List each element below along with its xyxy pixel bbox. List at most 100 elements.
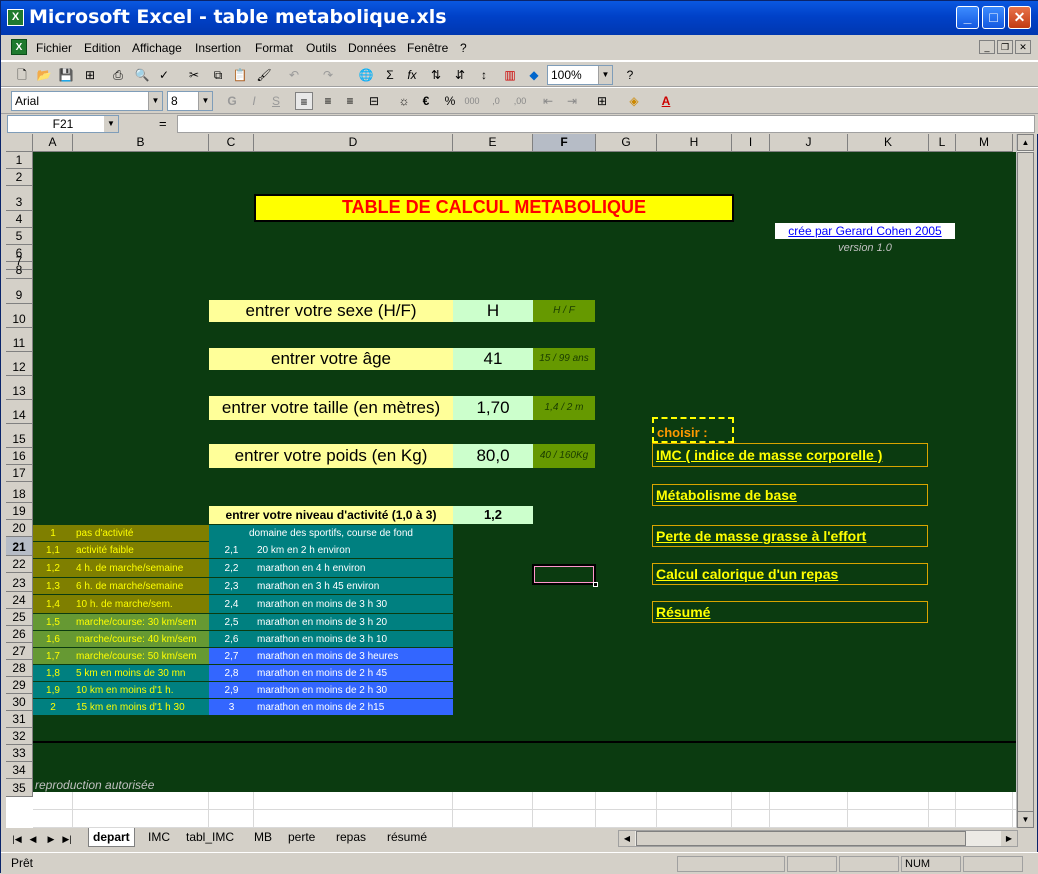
cut-icon[interactable]: ✂	[185, 66, 203, 84]
scroll-thumb[interactable]	[1017, 152, 1034, 812]
row-header-29[interactable]: 29	[6, 677, 33, 694]
column-header-e[interactable]: E	[453, 134, 533, 152]
zoom-select[interactable]: 100% ▼	[547, 65, 613, 85]
row-header-19[interactable]: 19	[6, 503, 33, 520]
metabolism-link[interactable]: Métabolisme de base	[652, 484, 928, 506]
copy-icon[interactable]: ⧉	[209, 66, 227, 84]
select-all-corner[interactable]	[6, 134, 33, 152]
menu-outils[interactable]: Outils	[306, 41, 337, 55]
row-header-20[interactable]: 20	[6, 520, 33, 537]
row-header-18[interactable]: 18	[6, 482, 33, 503]
row-header-33[interactable]: 33	[6, 745, 33, 762]
age-input[interactable]: 41	[453, 348, 533, 370]
euro-icon[interactable]: €	[417, 92, 435, 110]
column-header-m[interactable]: M	[956, 134, 1013, 152]
row-header-21[interactable]: 21	[6, 537, 33, 556]
empty-rows[interactable]	[33, 792, 1016, 828]
h-scroll-thumb[interactable]	[636, 831, 966, 846]
column-header-g[interactable]: G	[596, 134, 657, 152]
column-header-d[interactable]: D	[254, 134, 453, 152]
doc-close-button[interactable]: ✕	[1015, 40, 1031, 54]
row-header-32[interactable]: 32	[6, 728, 33, 745]
increase-decimal-icon[interactable]: ,0	[487, 92, 505, 110]
chart-wizard-icon[interactable]: ▥	[501, 66, 519, 84]
row-header-9[interactable]: 9	[6, 279, 33, 304]
fat-loss-link[interactable]: Perte de masse grasse à l'effort	[652, 525, 928, 547]
active-cell-f21[interactable]	[532, 564, 598, 587]
scroll-up-icon[interactable]: ▲	[1017, 134, 1034, 151]
sheet-area[interactable]: TABLE DE CALCUL METABOLIQUE crée par Ger…	[33, 152, 1016, 792]
function-icon[interactable]: fx	[403, 66, 421, 84]
redo-icon[interactable]: ↷	[319, 66, 337, 84]
maximize-button[interactable]: □	[982, 6, 1005, 29]
menu-help[interactable]: ?	[460, 41, 467, 55]
menu-fenetre[interactable]: Fenêtre	[407, 41, 448, 55]
row-header-11[interactable]: 11	[6, 328, 33, 352]
menu-fichier[interactable]: Fichier	[36, 41, 72, 55]
font-select[interactable]: Arial ▼	[11, 91, 163, 111]
menu-edition[interactable]: Edition	[84, 41, 121, 55]
merge-center-icon[interactable]: ⊟	[365, 92, 383, 110]
row-header-30[interactable]: 30	[6, 694, 33, 711]
autosum-icon[interactable]: Σ	[381, 66, 399, 84]
decrease-indent-icon[interactable]: ⇤	[539, 92, 557, 110]
horizontal-scrollbar[interactable]: ◀ ▶	[618, 830, 1018, 847]
prev-sheet-icon[interactable]: ◀	[26, 831, 40, 847]
imc-link[interactable]: IMC ( indice de masse corporelle )	[652, 443, 928, 467]
italic-icon[interactable]: I	[245, 92, 263, 110]
meal-calorie-link[interactable]: Calcul calorique d'un repas	[652, 563, 928, 585]
close-button[interactable]: ✕	[1008, 6, 1031, 29]
print-icon[interactable]: ⎙	[109, 66, 127, 84]
row-header-12[interactable]: 12	[6, 352, 33, 376]
row-header-24[interactable]: 24	[6, 592, 33, 609]
row-header-13[interactable]: 13	[6, 376, 33, 400]
print-preview-icon[interactable]: 🔍	[133, 66, 151, 84]
column-header-h[interactable]: H	[657, 134, 732, 152]
row-header-10[interactable]: 10	[6, 304, 33, 328]
doc-restore-button[interactable]: ❐	[997, 40, 1013, 54]
undo-icon[interactable]: ↶	[285, 66, 303, 84]
row-header-17[interactable]: 17	[6, 465, 33, 482]
tab-mb[interactable]: MB	[254, 830, 272, 844]
percent-icon[interactable]: %	[441, 92, 459, 110]
row-header-35[interactable]: 35	[6, 779, 33, 797]
open-icon[interactable]: 📂	[35, 66, 53, 84]
scroll-left-icon[interactable]: ◀	[619, 831, 635, 846]
menu-affichage[interactable]: Affichage	[132, 41, 182, 55]
menu-donnees[interactable]: Données	[348, 41, 396, 55]
row-header-34[interactable]: 34	[6, 762, 33, 779]
row-header-15[interactable]: 15	[6, 424, 33, 448]
column-header-c[interactable]: C	[209, 134, 254, 152]
row-header-1[interactable]: 1	[6, 152, 33, 169]
paste-icon[interactable]: 📋	[231, 66, 249, 84]
fill-color-icon[interactable]: ◈	[625, 92, 643, 110]
scroll-right-icon[interactable]: ▶	[1001, 831, 1017, 846]
column-header-i[interactable]: I	[732, 134, 770, 152]
column-header-k[interactable]: K	[848, 134, 929, 152]
sort-icon[interactable]: ↕	[475, 66, 493, 84]
increase-indent-icon[interactable]: ⇥	[563, 92, 581, 110]
scroll-down-icon[interactable]: ▼	[1017, 811, 1034, 828]
menu-format[interactable]: Format	[255, 41, 293, 55]
row-header-22[interactable]: 22	[6, 556, 33, 573]
first-sheet-icon[interactable]: |◀	[10, 831, 24, 847]
row-header-5[interactable]: 5	[6, 228, 33, 245]
underline-icon[interactable]: S	[267, 92, 285, 110]
align-right-icon[interactable]: ≡	[341, 92, 359, 110]
row-header-27[interactable]: 27	[6, 643, 33, 660]
excel-icon[interactable]: X	[7, 9, 24, 26]
tab-repas[interactable]: repas	[336, 830, 366, 844]
save-icon[interactable]: 💾	[57, 66, 75, 84]
row-header-2[interactable]: 2	[6, 169, 33, 186]
row-header-3[interactable]: 3	[6, 186, 33, 211]
row-header-26[interactable]: 26	[6, 626, 33, 643]
font-size-select[interactable]: 8 ▼	[167, 91, 213, 111]
column-header-f[interactable]: F	[533, 134, 596, 152]
row-header-14[interactable]: 14	[6, 400, 33, 424]
decrease-decimal-icon[interactable]: ,00	[511, 92, 529, 110]
doc-minimize-button[interactable]: _	[979, 40, 995, 54]
row-header-31[interactable]: 31	[6, 711, 33, 728]
help-icon[interactable]: ?	[621, 66, 639, 84]
align-left-icon[interactable]: ≡	[295, 92, 313, 110]
credit-link[interactable]: crée par Gerard Cohen 2005	[775, 223, 955, 239]
